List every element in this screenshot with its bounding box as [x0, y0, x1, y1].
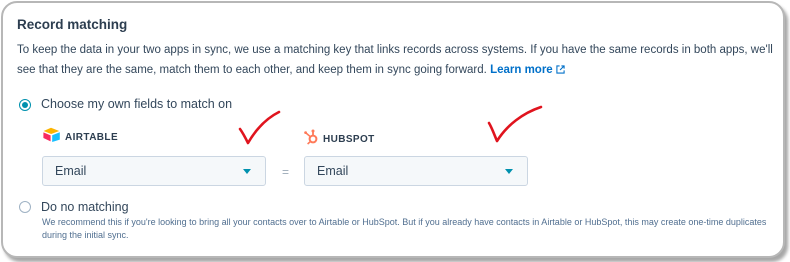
airtable-field-select[interactable]: Email — [42, 156, 266, 186]
red-checkmark-icon — [238, 110, 281, 145]
section-title: Record matching — [17, 17, 128, 32]
chevron-down-icon — [243, 168, 251, 174]
red-checkmark-icon — [487, 105, 543, 143]
no-matching-radio[interactable] — [19, 201, 31, 213]
hubspot-name: HUBSPOT — [323, 134, 375, 145]
learn-more-label: Learn more — [490, 64, 553, 76]
hubspot-field-value: Email — [317, 164, 349, 178]
learn-more-link[interactable]: Learn more — [490, 64, 565, 76]
no-matching-help: We recommend this if you're looking to b… — [42, 217, 767, 240]
section-description: To keep the data in your two apps in syn… — [17, 40, 777, 81]
hubspot-field-select[interactable]: Email — [304, 156, 528, 186]
description-text: To keep the data in your two apps in syn… — [17, 44, 773, 76]
no-matching-label[interactable]: Do no matching — [41, 200, 129, 214]
hubspot-header: HUBSPOT — [303, 129, 375, 150]
own-fields-label[interactable]: Choose my own fields to match on — [41, 97, 232, 111]
airtable-logo-icon — [43, 127, 61, 147]
own-fields-radio[interactable] — [19, 99, 31, 111]
airtable-name: AIRTABLE — [65, 131, 119, 143]
airtable-field-value: Email — [55, 164, 87, 178]
hubspot-logo-icon — [303, 129, 319, 150]
airtable-header: AIRTABLE — [43, 127, 118, 147]
record-matching-panel: Record matching To keep the data in your… — [1, 1, 785, 258]
chevron-down-icon — [505, 168, 513, 174]
external-link-icon — [556, 61, 565, 81]
equals-separator: = — [282, 165, 290, 179]
